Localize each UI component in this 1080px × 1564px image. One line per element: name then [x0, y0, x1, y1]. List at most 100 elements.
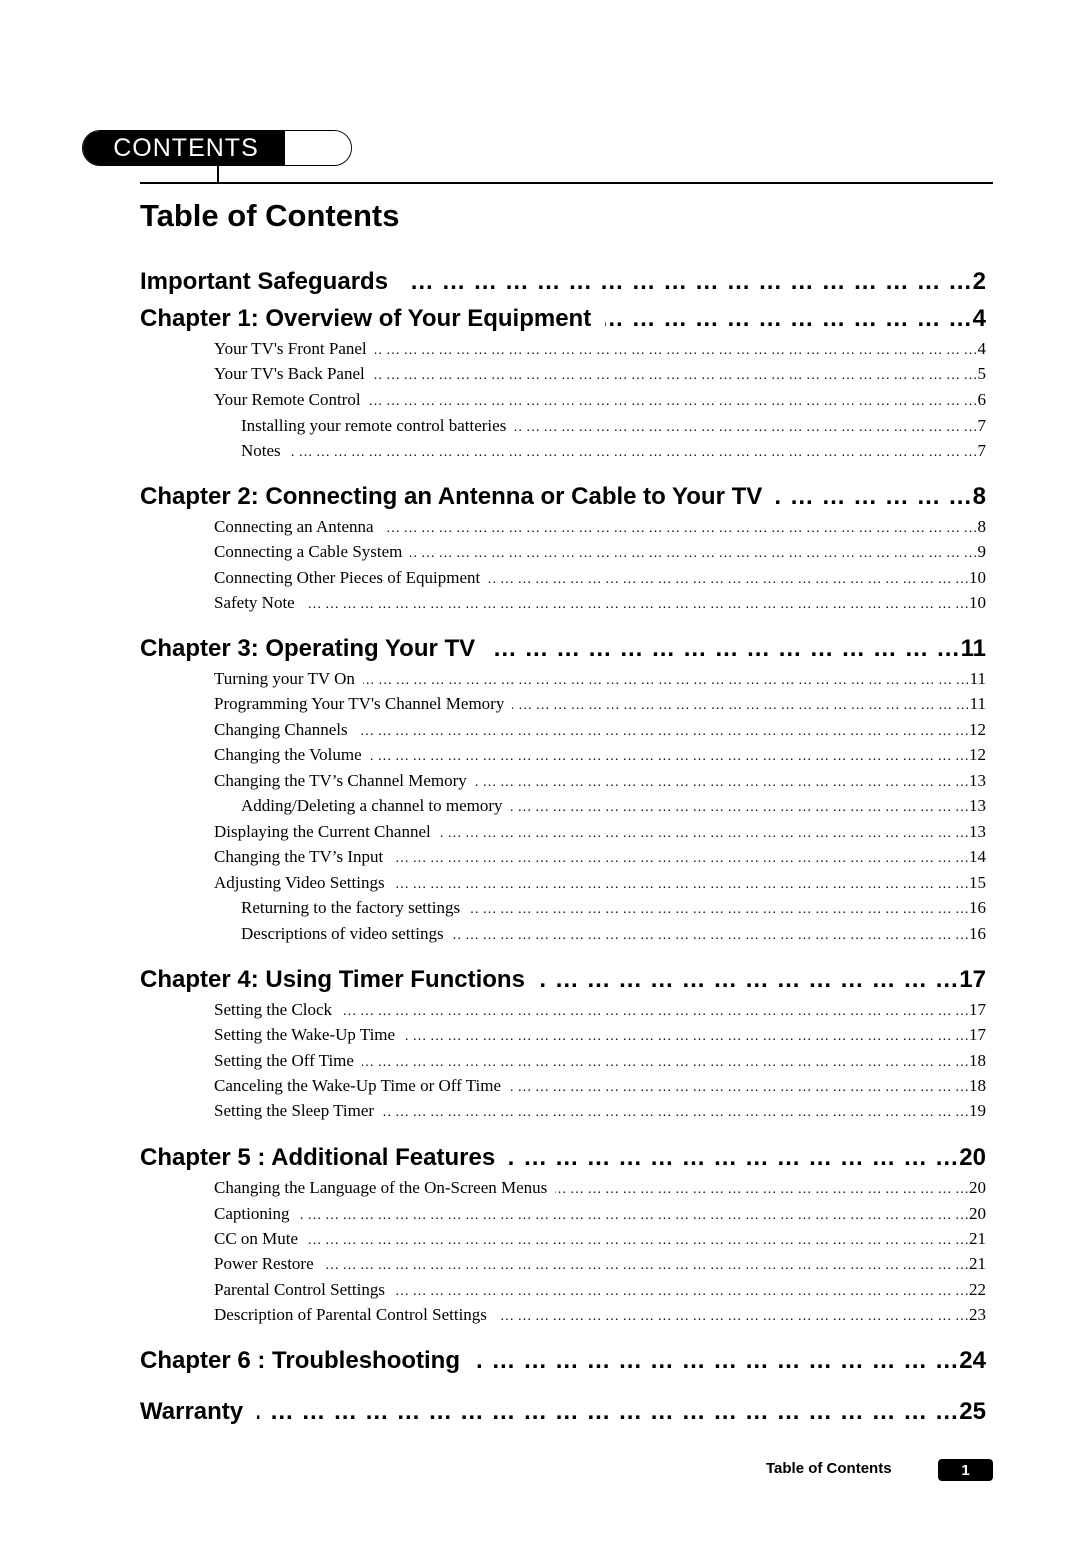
toc-leader-dots: … … … … … … … … … … … … … … … … … … … … …: [382, 521, 978, 536]
toc-leader-dots: … … … … … … … … … … … … … … … … … … … … …: [776, 483, 973, 510]
toc-chapter-entry[interactable]: Chapter 6 : Troubleshooting … … … … … … ……: [140, 1347, 986, 1379]
toc-entry-label: Adding/Deleting a channel to memory: [241, 796, 503, 815]
toc-entry-page: 11: [969, 669, 986, 688]
toc-section-entry[interactable]: Canceling the Wake-Up Time or Off Time … …: [214, 1076, 986, 1098]
toc-subsection-entry[interactable]: Adding/Deleting a channel to memory … … ……: [241, 796, 986, 818]
toc-section-entry[interactable]: Changing the TV’s Input … … … … … … … … ……: [214, 847, 986, 869]
toc-entry-page: 7: [977, 441, 987, 460]
toc-entry-label: Warranty: [140, 1398, 244, 1425]
toc-leader-dots: … … … … … … … … … … … … … … … … … … … … …: [402, 268, 973, 295]
toc-leader-dots: … … … … … … … … … … … … … … … … … … … … …: [452, 928, 969, 943]
toc-subsection-entry[interactable]: Descriptions of video settings … … … … … …: [241, 924, 986, 946]
toc-entry-label: Setting the Clock: [214, 1000, 333, 1019]
toc-entry-page: 20: [959, 1144, 986, 1171]
toc-entry-label: Safety Note: [214, 593, 295, 612]
toc-leader-dots: … … … … … … … … … … … … … … … … … … … … …: [474, 1347, 960, 1374]
toc-entry-label: Displaying the Current Channel: [214, 822, 431, 841]
toc-chapter-entry[interactable]: Chapter 4: Using Timer Functions … … … … …: [140, 966, 986, 998]
toc-entry-label: Power Restore: [214, 1254, 314, 1273]
toc-section-entry[interactable]: Changing the Volume … … … … … … … … … … ……: [214, 745, 986, 767]
toc-chapter-entry[interactable]: Chapter 2: Connecting an Antenna or Cabl…: [140, 483, 986, 515]
toc-section-entry[interactable]: Connecting a Cable System … … … … … … … ……: [214, 542, 986, 564]
toc-entry-label: Changing the Language of the On-Screen M…: [214, 1178, 548, 1197]
toc-entry-page: 21: [969, 1254, 986, 1273]
toc-entry-label: Setting the Wake-Up Time: [214, 1025, 396, 1044]
toc-leader-dots: … … … … … … … … … … … … … … … … … … … … …: [468, 902, 969, 917]
toc-section-entry[interactable]: Connecting Other Pieces of Equipment … … …: [214, 568, 986, 590]
toc-section-entry[interactable]: Description of Parental Control Settings…: [214, 1305, 986, 1327]
toc-section-entry[interactable]: Setting the Off Time … … … … … … … … … … …: [214, 1051, 986, 1073]
toc-entry-page: 8: [977, 517, 987, 536]
toc-chapter-entry[interactable]: Chapter 1: Overview of Your Equipment … ……: [140, 305, 986, 337]
toc-entry-label: Captioning: [214, 1204, 290, 1223]
toc-section-entry[interactable]: Turning your TV On … … … … … … … … … … … …: [214, 669, 986, 691]
header-rule-divider: [140, 182, 993, 184]
toc-entry-page: 13: [969, 796, 986, 815]
toc-entry-label: Connecting a Cable System: [214, 542, 403, 561]
toc-leader-dots: … … … … … … … … … … … … … … … … … … … … …: [362, 1055, 969, 1070]
toc-entry-page: 18: [969, 1051, 986, 1070]
toc-leader-dots: … … … … … … … … … … … … … … … … … … … … …: [439, 826, 969, 841]
toc-section-entry[interactable]: Displaying the Current Channel … … … … … …: [214, 822, 986, 844]
toc-section-entry[interactable]: Adjusting Video Settings … … … … … … … … …: [214, 873, 986, 895]
toc-leader-dots: … … … … … … … … … … … … … … … … … … … … …: [509, 1144, 960, 1171]
toc-entry-label: Connecting an Antenna: [214, 517, 374, 536]
toc-leader-dots: … … … … … … … … … … … … … … … … … … … … …: [511, 800, 969, 815]
toc-subsection-entry[interactable]: Installing your remote control batteries…: [241, 416, 986, 438]
toc-chapter-entry[interactable]: Chapter 3: Operating Your TV … … … … … … …: [140, 635, 986, 667]
toc-entry-label: Chapter 1: Overview of Your Equipment: [140, 305, 592, 332]
toc-entry-label: Your TV's Back Panel: [214, 364, 365, 383]
toc-entry-page: 4: [972, 305, 986, 332]
toc-entry-page: 9: [977, 542, 987, 561]
toc-section-entry[interactable]: Captioning … … … … … … … … … … … … … … … …: [214, 1204, 986, 1226]
toc-leader-dots: … … … … … … … … … … … … … … … … … … … … …: [539, 966, 960, 993]
toc-section-entry[interactable]: Your Remote Control … … … … … … … … … … ……: [214, 390, 986, 412]
toc-entry-page: 12: [969, 720, 986, 739]
toc-entry-page: 6: [977, 390, 987, 409]
toc-subsection-entry[interactable]: Notes … … … … … … … … … … … … … … … … … ……: [241, 441, 986, 463]
toc-chapter-entry[interactable]: Warranty … … … … … … … … … … … … … … … … …: [140, 1398, 986, 1430]
toc-leader-dots: … … … … … … … … … … … … … … … … … … … … …: [382, 1105, 969, 1120]
toc-entry-label: Chapter 3: Operating Your TV: [140, 635, 476, 662]
toc-leader-dots: … … … … … … … … … … … … … … … … … … … … …: [512, 698, 970, 713]
contents-tab-label: CONTENTS: [83, 131, 285, 165]
toc-section-entry[interactable]: Your TV's Back Panel … … … … … … … … … … …: [214, 364, 986, 386]
toc-section-entry[interactable]: Safety Note … … … … … … … … … … … … … … ……: [214, 593, 986, 615]
toc-section-entry[interactable]: Changing the TV’s Channel Memory … … … … …: [214, 771, 986, 793]
toc-entry-label: Changing Channels: [214, 720, 348, 739]
toc-section-entry[interactable]: Changing Channels … … … … … … … … … … … ……: [214, 720, 986, 742]
toc-entry-label: Chapter 2: Connecting an Antenna or Cabl…: [140, 483, 763, 510]
toc-leader-dots: … … … … … … … … … … … … … … … … … … … … …: [370, 749, 969, 764]
toc-entry-page: 7: [977, 416, 987, 435]
toc-entry-label: Returning to the factory settings: [241, 898, 461, 917]
toc-leader-dots: … … … … … … … … … … … … … … … … … … … … …: [403, 1029, 969, 1044]
toc-entry-page: 16: [969, 924, 986, 943]
toc-chapter-entry[interactable]: Important Safeguards … … … … … … … … … … …: [140, 268, 986, 300]
toc-entry-page: 17: [969, 1000, 986, 1019]
page-title: Table of Contents: [140, 198, 400, 233]
toc-leader-dots: … … … … … … … … … … … … … … … … … … … … …: [340, 1004, 969, 1019]
toc-subsection-entry[interactable]: Returning to the factory settings … … … ……: [241, 898, 986, 920]
toc-section-entry[interactable]: Setting the Clock … … … … … … … … … … … ……: [214, 1000, 986, 1022]
toc-leader-dots: … … … … … … … … … … … … … … … … … … … … …: [368, 394, 978, 409]
toc-leader-dots: … … … … … … … … … … … … … … … … … … … … …: [289, 445, 978, 460]
toc-leader-dots: … … … … … … … … … … … … … … … … … … … … …: [488, 572, 969, 587]
toc-leader-dots: … … … … … … … … … … … … … … … … … … … … …: [257, 1398, 960, 1425]
toc-entry-page: 8: [972, 483, 986, 510]
toc-entry-label: Parental Control Settings: [214, 1280, 385, 1299]
toc-section-entry[interactable]: CC on Mute … … … … … … … … … … … … … … … …: [214, 1229, 986, 1251]
toc-section-entry[interactable]: Power Restore … … … … … … … … … … … … … ……: [214, 1254, 986, 1276]
toc-section-entry[interactable]: Setting the Sleep Timer … … … … … … … … ……: [214, 1101, 986, 1123]
toc-section-entry[interactable]: Programming Your TV's Channel Memory … … …: [214, 694, 986, 716]
toc-entry-label: Your TV's Front Panel: [214, 339, 367, 358]
toc-section-entry[interactable]: Connecting an Antenna … … … … … … … … … ……: [214, 517, 986, 539]
toc-section-entry[interactable]: Your TV's Front Panel … … … … … … … … … ……: [214, 339, 986, 361]
toc-chapter-entry[interactable]: Chapter 5 : Additional Features … … … … ……: [140, 1144, 986, 1176]
toc-entry-label: Descriptions of video settings: [241, 924, 444, 943]
toc-section-entry[interactable]: Parental Control Settings … … … … … … … ……: [214, 1280, 986, 1302]
toc-entry-label: Turning your TV On: [214, 669, 355, 688]
toc-entry-label: Chapter 4: Using Timer Functions: [140, 966, 525, 993]
toc-section-entry[interactable]: Changing the Language of the On-Screen M…: [214, 1178, 986, 1200]
toc-entry-page: 15: [969, 873, 986, 892]
toc-section-entry[interactable]: Setting the Wake-Up Time … … … … … … … … …: [214, 1025, 986, 1047]
